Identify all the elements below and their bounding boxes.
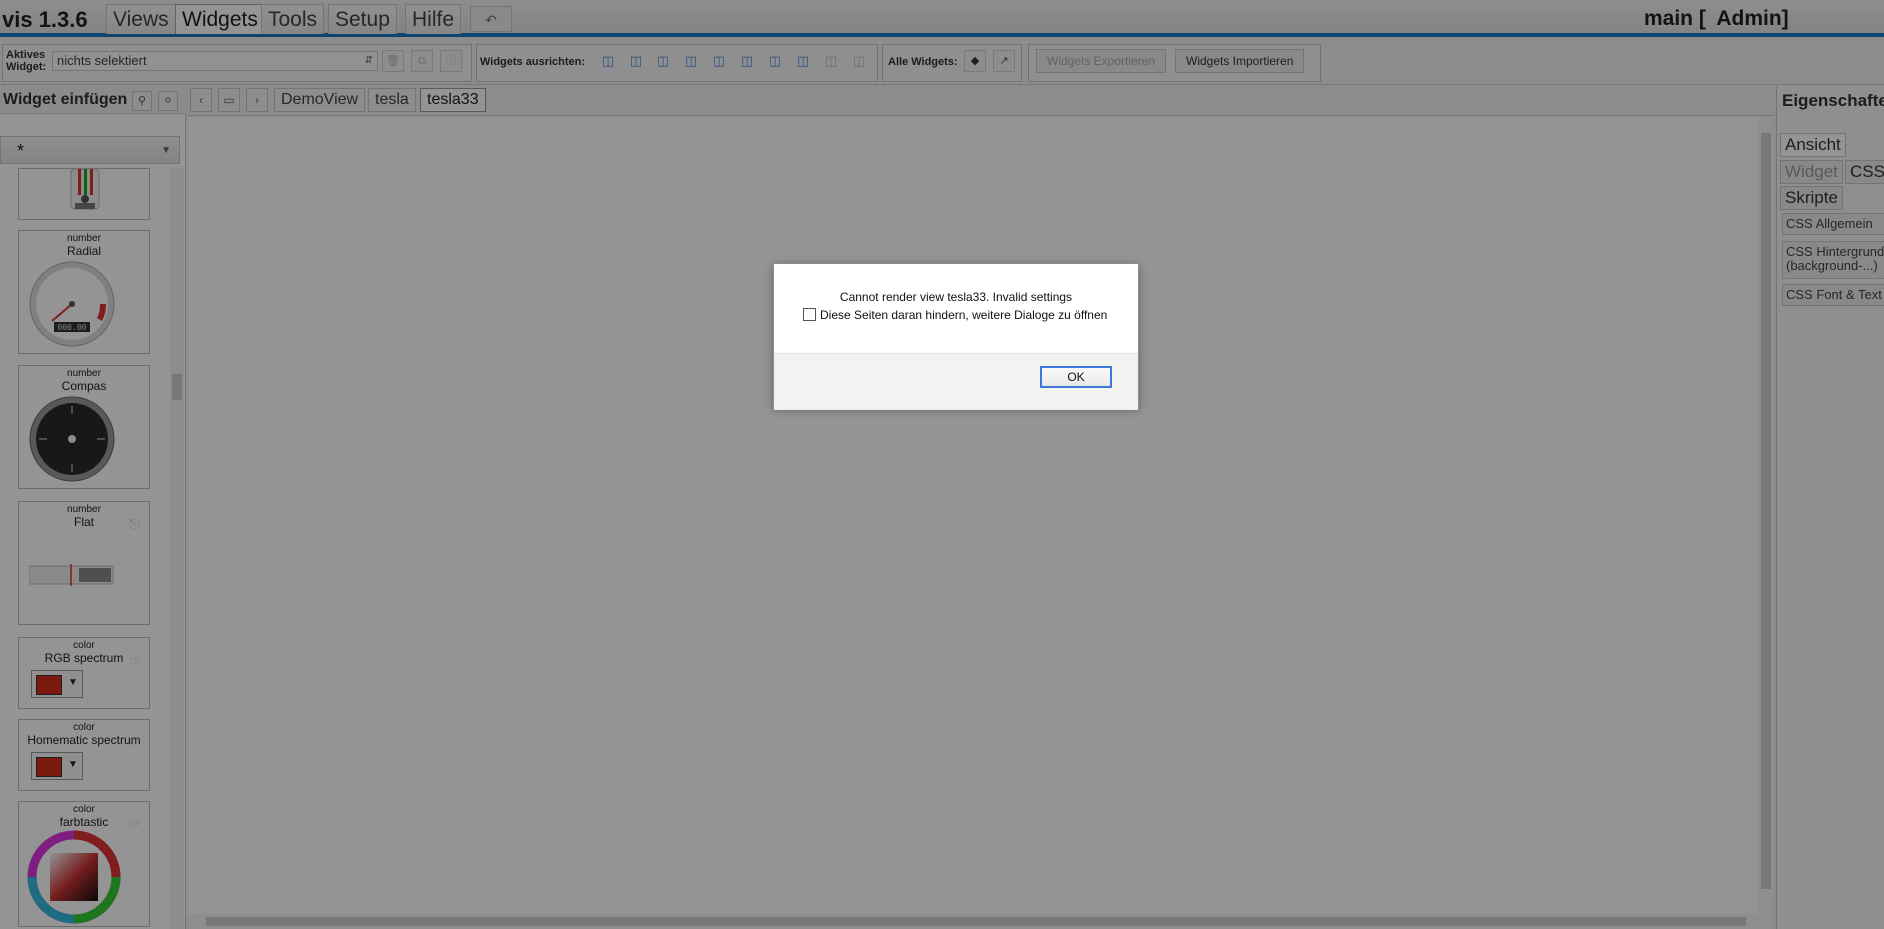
suppress-dialogs-row[interactable]: Diese Seiten daran hindern, weitere Dial… [803, 308, 1107, 322]
suppress-dialogs-label: Diese Seiten daran hindern, weitere Dial… [820, 308, 1108, 322]
dialog-message: Cannot render view tesla33. Invalid sett… [839, 290, 1073, 304]
alert-dialog: Cannot render view tesla33. Invalid sett… [773, 263, 1139, 410]
modal-overlay [0, 0, 1884, 929]
suppress-dialogs-checkbox[interactable] [803, 308, 816, 321]
ok-button[interactable]: OK [1040, 366, 1112, 388]
dialog-footer: OK [774, 353, 1138, 410]
